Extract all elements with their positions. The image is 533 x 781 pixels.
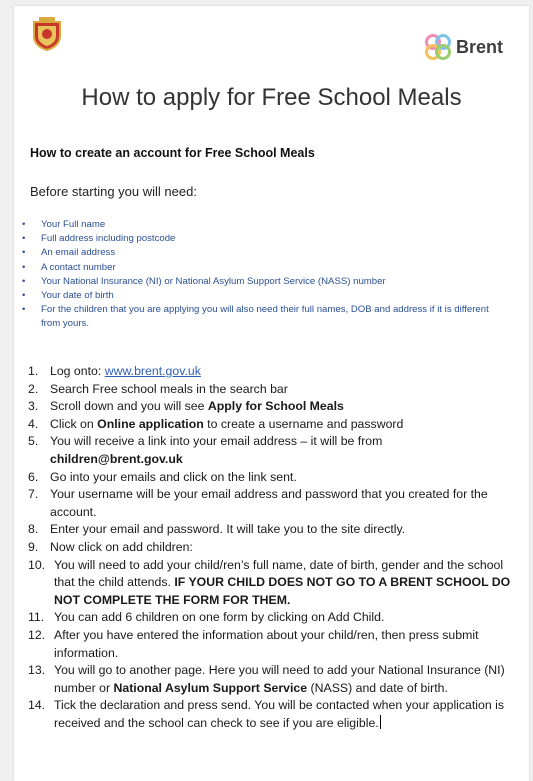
list-item: Your date of birth: [20, 289, 510, 303]
step-number: 14.: [28, 698, 46, 713]
step-item: 6. Go into your emails and click on the l…: [28, 469, 518, 487]
list-item: A contact number: [20, 261, 510, 275]
step-item: 1. Log onto: www.brent.gov.uk: [28, 363, 518, 381]
step-number: 11.: [28, 610, 45, 625]
list-item: Full address including postcode: [20, 232, 510, 246]
step-item: 2. Search Free school meals in the search…: [28, 381, 518, 399]
step-item: 13. You will go to another page. Here you…: [28, 663, 505, 695]
step-item: 5. You will receive a link into your emai…: [28, 434, 383, 466]
step-item: 4. Click on Online application to create …: [28, 416, 518, 434]
step-item: 9. Now click on add children:: [28, 539, 518, 557]
step-number: 2.: [28, 381, 39, 396]
step-item: 3. Scroll down and you will see Apply for…: [28, 398, 518, 416]
brent-logo: Brent: [424, 34, 503, 60]
brent-logo-text: Brent: [455, 36, 503, 57]
step-number: 7.: [28, 487, 39, 502]
step-number: 3.: [28, 399, 39, 414]
step-number: 4.: [28, 416, 39, 431]
step-item: 8. Enter your email and password. It will…: [28, 521, 518, 539]
list-item: For the children that you are applying y…: [20, 303, 510, 331]
list-item: Your National Insurance (NI) or National…: [20, 275, 510, 289]
steps-list: 1. Log onto: www.brent.gov.uk 2. Search Fr…: [28, 363, 518, 732]
list-item: Your Full name: [20, 218, 510, 232]
step-number: 1.: [28, 364, 39, 378]
brent-logo-icon: [424, 34, 451, 60]
step-number: 5.: [28, 434, 39, 449]
step-number: 9.: [28, 539, 39, 554]
step-number: 6.: [28, 469, 39, 484]
step-item: 10. You will need to add your child/ren’s…: [28, 557, 511, 607]
section-heading: How to create an account for Free School…: [30, 146, 315, 160]
intro-text: Before starting you will need:: [30, 184, 197, 199]
step-number: 12.: [28, 627, 46, 642]
step-item: 11. You can add 6 children on one form by…: [28, 609, 518, 627]
step-number: 13.: [28, 663, 46, 678]
document-page: Brent How to apply for Free School Meals…: [14, 6, 529, 781]
step-item: 12. After you have entered the informatio…: [28, 627, 479, 660]
requirements-list: Your Full name Full address including po…: [20, 218, 510, 332]
step-number: 10.: [28, 557, 46, 572]
brent-website-link[interactable]: www.brent.gov.uk: [105, 364, 201, 378]
step-item: 7. Your username will be your email addre…: [28, 487, 488, 519]
text-cursor: [379, 714, 381, 729]
step-item: 14. Tick the declaration and press send. …: [28, 698, 505, 730]
list-item: An email address: [20, 246, 510, 260]
council-crest-icon: [33, 17, 61, 52]
page-title: How to apply for Free School Meals: [81, 84, 462, 111]
step-number: 8.: [28, 522, 39, 537]
